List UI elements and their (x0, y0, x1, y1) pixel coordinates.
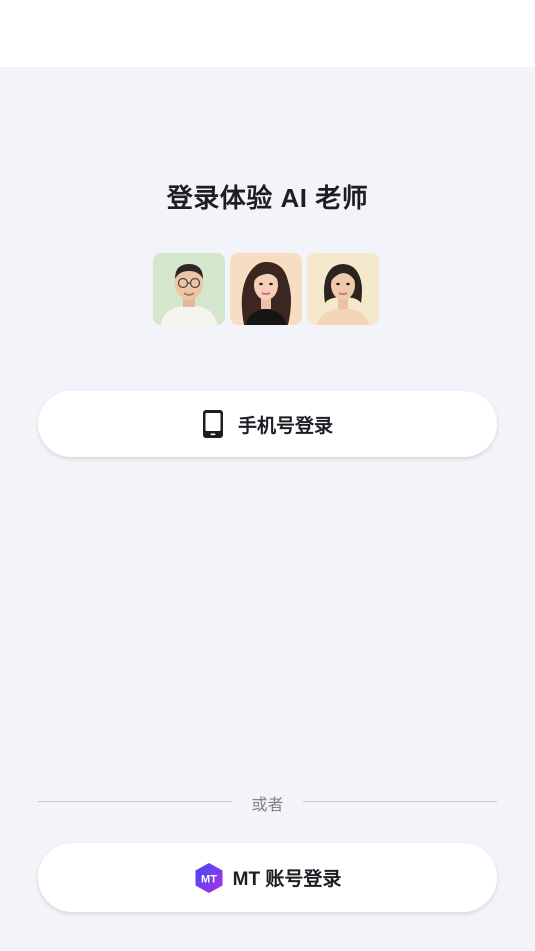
teacher-avatar-2 (230, 253, 302, 325)
mt-account-login-button[interactable]: MT MT 账号登录 (38, 843, 497, 912)
or-divider-text: 或者 (251, 797, 284, 814)
mt-login-label: MT 账号登录 (232, 869, 342, 890)
page-title: 登录体验 AI 老师 (166, 183, 369, 213)
divider-right (303, 801, 497, 802)
top-status-bar (0, 0, 535, 67)
mt-logo-icon: MT (194, 862, 224, 894)
phone-login-button[interactable]: 手机号登录 (38, 391, 497, 457)
divider-left (38, 801, 232, 802)
teacher-avatar-1 (153, 253, 225, 325)
teacher-avatar-3 (307, 253, 379, 325)
svg-text:MT: MT (201, 873, 217, 885)
teacher-avatars (153, 253, 379, 325)
mobile-phone-icon (202, 409, 224, 439)
phone-login-label: 手机号登录 (237, 415, 333, 437)
